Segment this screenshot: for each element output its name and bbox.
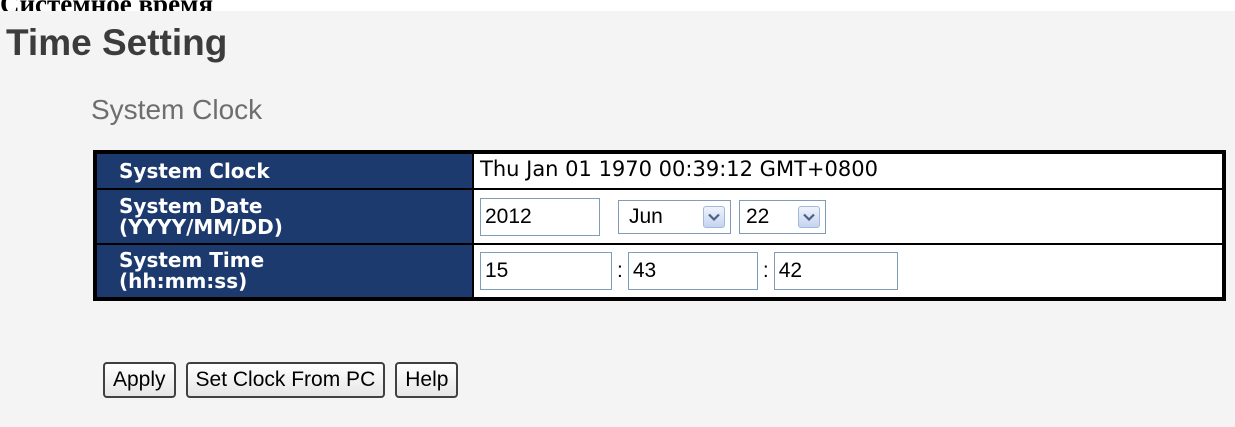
month-select[interactable]: Jun — [618, 199, 731, 234]
system-clock-value: Thu Jan 01 1970 00:39:12 GMT+0800 — [480, 157, 878, 182]
time-separator: : — [762, 259, 769, 282]
help-button[interactable]: Help — [395, 362, 459, 398]
section-title: System Clock — [91, 94, 263, 125]
redacted-area — [877, 158, 1068, 185]
system-date-label-line2: (YYYY/MM/DD) — [119, 214, 283, 239]
date-controls: Jun 22 — [480, 197, 1222, 237]
system-date-value-cell: Jun 22 — [472, 188, 1225, 245]
system-clock-table: System Clock Thu Jan 01 1970 00:39:12 GM… — [93, 150, 1226, 301]
year-input[interactable] — [480, 197, 600, 236]
month-select-value: Jun — [629, 204, 663, 228]
system-time-value-cell: : : — [472, 243, 1225, 300]
second-input[interactable] — [773, 252, 898, 290]
apply-button[interactable]: Apply — [103, 362, 176, 398]
system-clock-label: System Clock — [94, 151, 474, 190]
page-title: Time Setting — [6, 22, 228, 63]
system-time-label-line2: (hh:mm:ss) — [119, 269, 248, 293]
chevron-down-icon[interactable] — [703, 205, 725, 228]
system-time-row: System Time (hh:mm:ss) : : — [94, 243, 1225, 300]
system-clock-value-cell: Thu Jan 01 1970 00:39:12 GMT+0800 — [472, 151, 1225, 190]
time-separator: : — [617, 259, 623, 282]
system-time-label: System Time (hh:mm:ss) — [94, 243, 474, 300]
action-buttons: Apply Set Clock From PC Help — [103, 362, 459, 398]
time-controls: : : — [480, 251, 1222, 291]
day-select-value: 22 — [746, 204, 770, 228]
system-date-row: System Date (YYYY/MM/DD) Jun 22 — [94, 188, 1225, 245]
chevron-down-icon[interactable] — [798, 205, 820, 228]
day-select[interactable]: 22 — [739, 199, 826, 234]
system-clock-row: System Clock Thu Jan 01 1970 00:39:12 GM… — [94, 151, 1225, 190]
minute-input[interactable] — [627, 252, 758, 290]
system-date-label: System Date (YYYY/MM/DD) — [94, 188, 474, 245]
set-clock-from-pc-button[interactable]: Set Clock From PC — [185, 362, 386, 398]
hour-input[interactable] — [480, 252, 612, 290]
